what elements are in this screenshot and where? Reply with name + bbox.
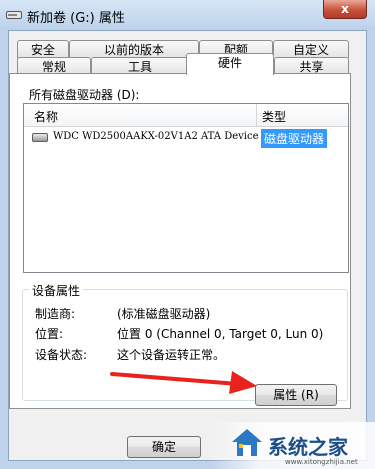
house-logo-icon [232, 429, 262, 456]
location-value: 位置 0 (Channel 0, Target 0, Lun 0) [117, 327, 324, 341]
manufacturer-value: (标准磁盘驱动器) [117, 307, 211, 321]
window-title: 新加卷 (G:) 属性 [27, 11, 125, 26]
properties-window: 新加卷 (G:) 属性 x 安全 以前的版本 配额 自定义 常规 工具 硬件 共… [0, 0, 375, 469]
watermark-text: 系统之家 [268, 435, 348, 459]
close-button[interactable]: x [323, 0, 367, 19]
device-status-value: 这个设备运转正常。 [117, 348, 226, 362]
disk-drives-label: 所有磁盘驱动器 (D): [29, 88, 140, 102]
ok-button[interactable]: 确定 [127, 436, 201, 458]
hard-drive-icon [32, 133, 48, 142]
watermark-url: www.xitongzhijia.net [285, 458, 358, 466]
tab-security[interactable]: 安全 [17, 40, 69, 58]
properties-button[interactable]: 属性 (R) [255, 384, 337, 406]
location-label: 位置: [35, 327, 64, 341]
column-divider[interactable] [256, 104, 257, 126]
column-header-name[interactable]: 名称 [34, 108, 58, 125]
manufacturer-label: 制造商: [35, 307, 76, 321]
tab-customize[interactable]: 自定义 [273, 40, 349, 58]
list-item[interactable]: WDC WD2500AAKX-02V1A2 ATA Device 磁盘驱动器 [28, 129, 328, 148]
list-header: 名称 类型 [24, 104, 348, 127]
device-properties-legend: 设备属性 [29, 282, 84, 299]
tab-hardware[interactable]: 硬件 [186, 53, 274, 75]
device-name: WDC WD2500AAKX-02V1A2 ATA Device [53, 131, 259, 142]
red-arrow-icon [110, 371, 257, 394]
drive-icon [6, 11, 22, 19]
tab-previous-versions[interactable]: 以前的版本 [69, 40, 199, 58]
column-header-type[interactable]: 类型 [262, 108, 286, 125]
disk-drives-list[interactable]: 名称 类型 WDC WD2500AAKX-02V1A2 ATA Device 磁… [23, 103, 349, 273]
watermark: 系统之家 www.xitongzhijia.net [210, 422, 375, 469]
title-bar[interactable]: 新加卷 (G:) 属性 x [0, 0, 375, 30]
device-type: 磁盘驱动器 [261, 129, 328, 148]
device-status-label: 设备状态: [35, 348, 88, 362]
